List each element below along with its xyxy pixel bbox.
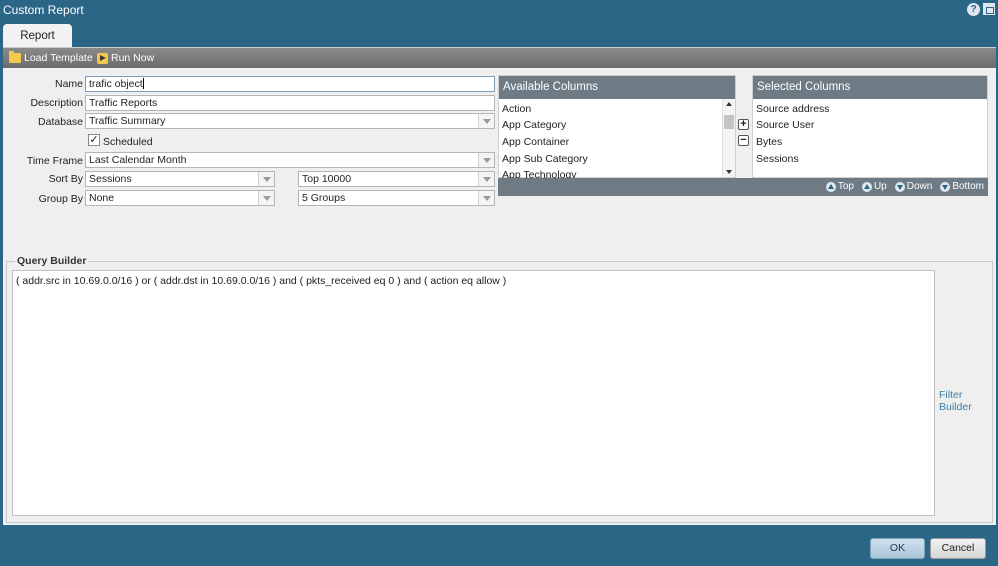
chevron-down-icon[interactable]	[478, 191, 494, 205]
chevron-down-icon[interactable]	[258, 172, 274, 186]
available-columns-scrollbar[interactable]	[722, 99, 735, 177]
move-down-button[interactable]: Down	[894, 180, 932, 194]
sortby-label: Sort By	[48, 173, 83, 185]
selected-columns-footer: Top Up Down Bottom	[736, 178, 988, 196]
scheduled-checkbox[interactable]: ✓	[88, 134, 100, 146]
sortby-top-select[interactable]: Top 10000	[298, 171, 495, 187]
chevron-down-icon[interactable]	[478, 114, 494, 128]
available-columns-list[interactable]: Available Columns Action App Category Ap…	[498, 75, 736, 181]
scroll-up-icon[interactable]	[726, 102, 732, 106]
description-input[interactable]: Traffic Reports	[85, 95, 495, 111]
groupby-select[interactable]: None	[85, 190, 275, 206]
window-titlebar: Custom Report ?	[0, 0, 998, 20]
cancel-button[interactable]: Cancel	[930, 538, 986, 559]
toolbar: Load Template Run Now	[3, 48, 996, 68]
filter-builder-link[interactable]: Filter Builder	[939, 389, 992, 413]
database-label: Database	[38, 116, 83, 128]
load-template-button[interactable]: Load Template	[9, 51, 93, 65]
timeframe-label: Time Frame	[26, 155, 83, 167]
groupby-label: Group By	[38, 193, 83, 205]
scroll-down-icon[interactable]	[726, 170, 732, 174]
list-item[interactable]: Sessions	[756, 153, 799, 165]
arrow-up-icon	[861, 182, 872, 192]
query-builder-section: Query Builder ( addr.src in 10.69.0.0/16…	[6, 255, 993, 523]
window-title: Custom Report	[3, 3, 84, 17]
remove-column-button[interactable]: −	[738, 135, 749, 146]
chevron-down-icon[interactable]	[258, 191, 274, 205]
chevron-down-icon[interactable]	[478, 172, 494, 186]
run-now-button[interactable]: Run Now	[97, 51, 154, 65]
arrow-up-icon	[825, 182, 836, 192]
arrow-down-icon	[940, 182, 951, 192]
scheduled-label: Scheduled	[103, 136, 153, 148]
arrow-down-icon	[894, 182, 905, 192]
move-up-button[interactable]: Up	[861, 180, 887, 194]
name-input[interactable]: trafic object	[85, 76, 495, 92]
folder-icon	[9, 51, 21, 63]
list-item[interactable]: App Container	[502, 136, 569, 148]
available-columns-header: Available Columns	[499, 76, 735, 99]
list-item[interactable]: Action	[502, 103, 531, 115]
groupby-groups-select[interactable]: 5 Groups	[298, 190, 495, 206]
list-item[interactable]: Bytes	[756, 136, 782, 148]
tab-report-setting[interactable]: Report Setting	[3, 24, 72, 66]
chevron-down-icon[interactable]	[478, 153, 494, 167]
move-bottom-button[interactable]: Bottom	[940, 180, 984, 194]
list-item[interactable]: App Sub Category	[502, 153, 588, 165]
help-icon[interactable]: ?	[967, 3, 980, 16]
list-item[interactable]: Source User	[756, 119, 814, 131]
add-column-button[interactable]: +	[738, 119, 749, 130]
scroll-thumb[interactable]	[724, 115, 734, 129]
selected-columns-header: Selected Columns	[753, 76, 987, 99]
list-item[interactable]: App Category	[502, 119, 566, 131]
ok-button[interactable]: OK	[870, 538, 925, 559]
database-select[interactable]: Traffic Summary	[85, 113, 495, 129]
timeframe-select[interactable]: Last Calendar Month	[85, 152, 495, 168]
list-item[interactable]: Source address	[756, 103, 830, 115]
run-icon	[97, 52, 108, 64]
report-panel: Load Template Run Now Name trafic object…	[3, 47, 996, 525]
query-textarea[interactable]: ( addr.src in 10.69.0.0/16 ) or ( addr.d…	[12, 270, 935, 516]
name-label: Name	[54, 78, 83, 90]
query-builder-title: Query Builder	[15, 255, 89, 267]
sortby-select[interactable]: Sessions	[85, 171, 275, 187]
available-columns-footer	[498, 178, 736, 196]
move-top-button[interactable]: Top	[825, 180, 854, 194]
selected-columns-list[interactable]: Selected Columns Source address Source U…	[752, 75, 988, 178]
maximize-icon[interactable]	[983, 3, 995, 15]
description-label: Description	[30, 97, 83, 109]
